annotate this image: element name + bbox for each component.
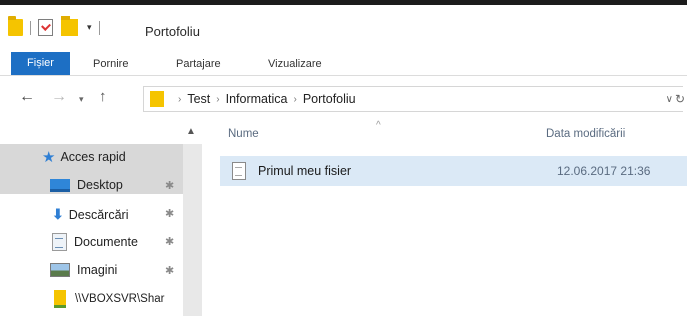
breadcrumb-separator[interactable]: ›	[293, 94, 296, 105]
network-share-icon	[54, 290, 66, 308]
back-arrow-icon[interactable]: ←	[19, 88, 35, 106]
nav-item-network-share[interactable]: \\VBOXSVR\Shar	[54, 290, 164, 308]
breadcrumb-test[interactable]: Test	[187, 92, 210, 106]
star-icon: ★	[42, 149, 56, 166]
nav-item-label: Descărcări	[68, 207, 129, 222]
tab-share[interactable]: Partajare	[176, 54, 221, 74]
file-row[interactable]: Primul meu fisier 12.06.2017 21:36	[220, 156, 687, 186]
title-bar: ▾ Portofoliu	[0, 0, 687, 39]
breadcrumb-informatica[interactable]: Informatica	[226, 92, 288, 106]
desktop-icon	[50, 178, 70, 192]
column-header-name[interactable]: Nume	[228, 128, 259, 140]
separator	[30, 20, 31, 35]
quick-access-toolbar: ▾	[8, 16, 107, 36]
nav-item-desktop[interactable]: Desktop	[50, 178, 123, 192]
customize-quick-access-icon[interactable]: ▾	[87, 22, 92, 33]
ribbon-tabs: Fișier Pornire Partajare Vizualizare	[0, 52, 687, 76]
forward-arrow-icon[interactable]: →	[51, 88, 67, 106]
tab-home[interactable]: Pornire	[93, 54, 128, 74]
nav-item-label: Documente	[74, 235, 138, 249]
nav-item-label: Acces rapid	[60, 150, 126, 164]
pictures-icon	[50, 263, 70, 277]
address-dropdown-icon[interactable]: ∨	[666, 94, 673, 105]
new-folder-icon[interactable]	[61, 16, 78, 36]
nav-item-documents[interactable]: Documente	[52, 233, 138, 251]
nav-item-pictures[interactable]: Imagini	[50, 263, 117, 277]
scrollbar[interactable]	[183, 144, 202, 316]
nav-item-quick-access[interactable]: ★ Acces rapid	[42, 148, 126, 166]
folder-icon	[150, 91, 164, 107]
file-date: 12.06.2017 21:36	[557, 164, 651, 178]
sort-indicator-icon: ^	[376, 120, 381, 131]
nav-item-downloads[interactable]: ⬇ Descărcări	[52, 206, 128, 223]
window-title: Portofoliu	[145, 24, 200, 39]
scroll-up-icon[interactable]: ▲	[186, 126, 196, 137]
nav-item-label: Imagini	[77, 263, 118, 277]
text-file-icon	[232, 162, 246, 180]
nav-item-label: Desktop	[77, 178, 123, 192]
tab-file[interactable]: Fișier	[11, 52, 70, 75]
address-bar[interactable]: › Test › Informatica › Portofoliu ∨ ↻	[143, 86, 685, 112]
pin-icon[interactable]: ✱	[165, 264, 174, 277]
file-list: ^ Nume Data modificării Primul meu fisie…	[210, 118, 687, 316]
address-row: ← → ▾ ↑ › Test › Informatica › Portofoli…	[0, 86, 687, 112]
refresh-icon[interactable]: ↻	[675, 92, 685, 106]
pin-icon[interactable]: ✱	[165, 179, 174, 192]
up-arrow-icon[interactable]: ↑	[99, 88, 107, 105]
pin-icon[interactable]: ✱	[165, 235, 174, 248]
breadcrumb-separator[interactable]: ›	[216, 94, 219, 105]
breadcrumb-separator[interactable]: ›	[178, 94, 181, 105]
download-icon: ⬇	[52, 206, 64, 222]
nav-item-label: \\VBOXSVR\Shar	[75, 293, 165, 305]
file-name: Primul meu fisier	[258, 164, 352, 178]
properties-icon[interactable]	[38, 19, 53, 36]
breadcrumb-portofoliu[interactable]: Portofoliu	[303, 92, 356, 106]
recent-locations-icon[interactable]: ▾	[79, 94, 84, 105]
navigation-pane: ▲ ★ Acces rapid Desktop ✱ ⬇ Descărcări ✱…	[0, 118, 202, 316]
folder-icon	[8, 16, 23, 36]
documents-icon	[52, 233, 67, 251]
column-header-date[interactable]: Data modificării	[546, 128, 625, 140]
tab-view[interactable]: Vizualizare	[268, 54, 322, 74]
separator	[98, 20, 100, 35]
pin-icon[interactable]: ✱	[165, 207, 174, 220]
